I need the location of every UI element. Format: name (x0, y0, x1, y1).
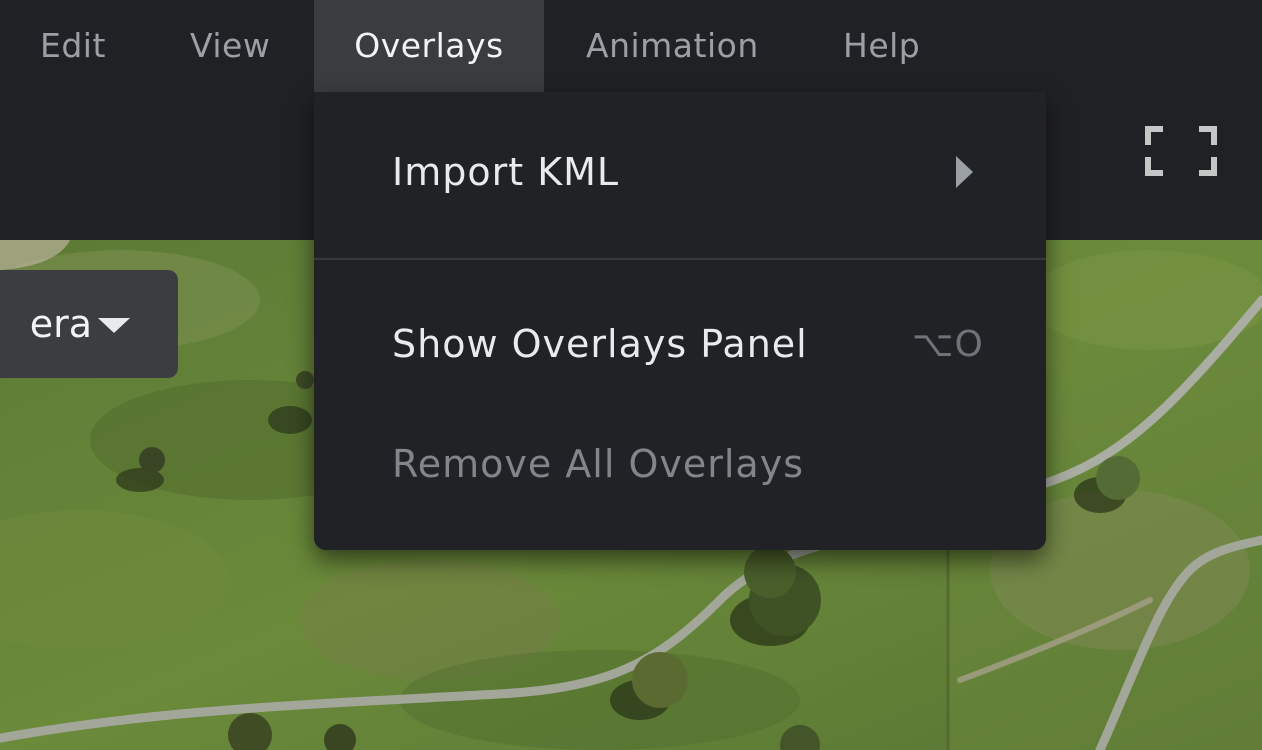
menu-help[interactable]: Help (843, 0, 920, 92)
menu-item-label: Show Overlays Panel (392, 322, 808, 366)
menu-animation[interactable]: Animation (586, 0, 759, 92)
menu-divider (314, 258, 1046, 260)
caret-down-icon (98, 318, 130, 333)
menu-view[interactable]: View (190, 0, 270, 92)
keyboard-shortcut: ⌥O (912, 324, 984, 365)
menu-item-import-kml[interactable]: Import KML (314, 92, 1046, 258)
menu-item-show-overlays-panel[interactable]: Show Overlays Panel ⌥O (314, 292, 1046, 402)
camera-dropdown-label: era (29, 302, 92, 346)
menu-item-remove-all-overlays: Remove All Overlays (314, 412, 1046, 522)
submenu-arrow-icon (956, 156, 973, 188)
menu-item-label: Remove All Overlays (392, 442, 805, 486)
menu-overlays[interactable]: Overlays (314, 0, 544, 92)
app-window: Edit View Overlays Animation Help era Im… (0, 0, 1262, 750)
camera-dropdown[interactable]: era (0, 270, 178, 378)
menu-bar: Edit View Overlays Animation Help (0, 0, 1262, 92)
overlays-menu: Import KML Show Overlays Panel ⌥O Remove… (314, 92, 1046, 550)
menu-item-label: Import KML (392, 150, 620, 194)
menu-edit[interactable]: Edit (40, 0, 106, 92)
fullscreen-icon[interactable] (1140, 122, 1222, 180)
